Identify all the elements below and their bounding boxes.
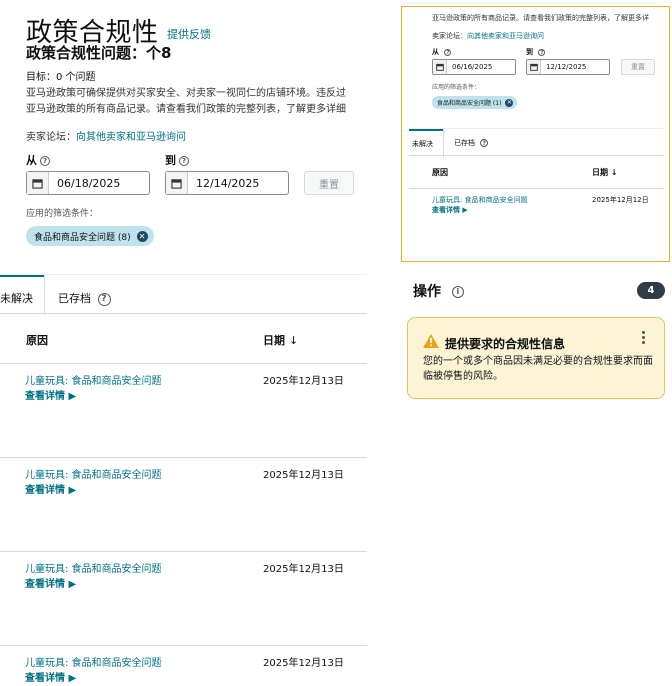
mini-col-reason: 原因	[432, 168, 448, 177]
row-date: 2025年12月13日	[263, 564, 344, 575]
policy-line-1: 亚马逊政策可确保提供对买家安全、对卖家一视同仁的店铺环境。违反过	[26, 88, 346, 99]
actions-count-badge: 4	[637, 282, 665, 299]
mini-to-label: 到 ?	[526, 47, 546, 57]
info-icon[interactable]: ?	[179, 156, 189, 166]
view-details-link[interactable]: 查看详情 ▶	[25, 481, 76, 496]
col-reason-header: 原因	[26, 334, 48, 347]
calendar-icon[interactable]	[527, 60, 541, 74]
issue-count-heading: 政策合规性问题：个8	[26, 44, 172, 62]
info-icon[interactable]: i	[451, 286, 464, 298]
mini-row-date: 2025年12月12日	[592, 196, 649, 204]
table-row: 儿童玩具: 食品和商品安全问题 查看详情 ▶ 2025年12月13日	[0, 458, 367, 552]
row-date: 2025年12月13日	[263, 376, 344, 387]
calendar-icon[interactable]	[27, 172, 49, 194]
mini-forum-link[interactable]: 向其他卖家和亚马逊询问	[467, 32, 544, 40]
info-icon[interactable]: ?	[40, 156, 50, 166]
table-row: 儿童玩具: 食品和商品安全问题 查看详情 ▶ 2025年12月13日	[0, 364, 367, 458]
remove-filter-icon[interactable]: ✕	[136, 230, 148, 242]
sort-down-icon[interactable]: ↓	[289, 334, 298, 347]
reason-link[interactable]: 儿童玩具: 食品和商品安全问题	[25, 466, 162, 481]
mini-to-date-value: 12/12/2025	[546, 63, 587, 71]
divider	[409, 188, 664, 189]
alert-body: 您的一个或多个商品因未满足必要的合规性要求而面临被停售的风险。	[423, 356, 653, 382]
mini-col-date[interactable]: 日期 ↓	[592, 167, 618, 178]
mini-reason-link[interactable]: 儿童玩具: 食品和商品安全问题	[432, 195, 528, 205]
to-date-field[interactable]: 12/14/2025	[165, 171, 289, 195]
compliance-alert-card[interactable]: 提供要求的合规性信息 您的一个或多个商品因未满足必要的合规性要求而面临被停售的风…	[407, 317, 665, 399]
goal-text: 目标：0 个问题	[26, 72, 96, 83]
mini-policy-text: 亚马逊政策的所有商品记录。请查看我们政策的完整列表，了解更多详	[432, 14, 649, 22]
col-date-header[interactable]: 日期 ↓	[263, 332, 298, 348]
mini-filter-chip[interactable]: 食品和商品安全问题 (1) ✕	[432, 96, 518, 109]
filter-chip[interactable]: 食品和商品安全问题 (8) ✕	[26, 226, 154, 246]
mini-from-label: 从 ?	[432, 47, 452, 57]
row-date: 2025年12月13日	[263, 658, 344, 669]
row-date: 2025年12月13日	[263, 470, 344, 481]
help-icon[interactable]: ?	[480, 139, 489, 147]
active-tab-indicator	[0, 275, 44, 277]
view-details-link[interactable]: 查看详情 ▶	[25, 387, 76, 402]
calendar-icon[interactable]	[433, 60, 447, 74]
mini-applied-label: 应用的筛选条件：	[432, 84, 481, 91]
mini-view-details-link[interactable]: 查看详情 ▶	[432, 205, 468, 215]
preview-panel: 亚马逊政策的所有商品记录。请查看我们政策的完整列表，了解更多详 卖家论坛：向其他…	[401, 6, 670, 262]
forum-label: 卖家论坛：	[26, 132, 76, 143]
policy-description: 亚马逊政策可确保提供对买家安全、对卖家一视同仁的店铺环境。违反过 亚马逊政策的所…	[26, 86, 368, 118]
remove-filter-icon[interactable]: ✕	[505, 98, 514, 107]
view-details-link[interactable]: 查看详情 ▶	[25, 575, 76, 590]
from-date-field[interactable]: 06/18/2025	[26, 171, 150, 195]
to-date-value: 12/14/2025	[196, 176, 260, 190]
mini-tab-bar: 未解决 已存档 ?	[409, 128, 664, 157]
from-label: 从?	[26, 152, 50, 168]
tab-bar: 未解决 已存档 ?	[0, 274, 367, 315]
reset-button[interactable]: 重置	[304, 171, 354, 195]
mini-to-date-field[interactable]: 12/12/2025	[526, 59, 610, 75]
warning-icon	[423, 334, 439, 348]
policy-line-2: 亚马逊政策的所有商品记录。请查看我们政策的完整列表，了解更多详细	[26, 104, 346, 115]
feedback-link[interactable]: 提供反馈	[167, 26, 211, 42]
mini-forum: 卖家论坛：向其他卖家和亚马逊询问	[432, 32, 544, 40]
alert-title: 提供要求的合规性信息	[445, 337, 566, 351]
view-details-link[interactable]: 查看详情 ▶	[25, 669, 76, 684]
more-options-icon[interactable]	[642, 331, 646, 346]
calendar-icon[interactable]	[166, 172, 188, 194]
mini-from-date-field[interactable]: 06/16/2025	[432, 59, 516, 75]
table-row: 儿童玩具: 食品和商品安全问题 查看详情 ▶ 2025年12月13日	[0, 552, 367, 646]
reason-link[interactable]: 儿童玩具: 食品和商品安全问题	[25, 372, 162, 387]
applied-filters-label: 应用的筛选条件：	[26, 209, 99, 219]
reason-link[interactable]: 儿童玩具: 食品和商品安全问题	[25, 560, 162, 575]
info-icon[interactable]: ?	[444, 48, 452, 56]
mini-tab-archived[interactable]: 已存档 ?	[454, 138, 489, 148]
help-icon[interactable]: ?	[97, 292, 111, 306]
forum-link[interactable]: 向其他卖家和亚马逊询问	[76, 132, 186, 143]
table-row: 儿童玩具: 食品和商品安全问题 查看详情 ▶ 2025年12月13日	[0, 646, 367, 686]
info-icon[interactable]: ?	[538, 48, 546, 56]
tab-archived[interactable]: 已存档 ?	[58, 290, 111, 306]
seller-forum: 卖家论坛：向其他卖家和亚马逊询问	[26, 128, 186, 143]
actions-heading: 操作 i	[413, 281, 464, 301]
reason-link[interactable]: 儿童玩具: 食品和商品安全问题	[25, 654, 162, 669]
tab-unresolved[interactable]: 未解决	[0, 290, 33, 306]
mini-from-date-value: 06/16/2025	[452, 63, 493, 71]
to-label: 到?	[165, 152, 189, 168]
filter-chip-label: 食品和商品安全问题 (8)	[34, 232, 131, 243]
mini-reset-button[interactable]: 重置	[621, 59, 655, 75]
mini-tab-unresolved[interactable]: 未解决	[412, 139, 433, 149]
from-date-value: 06/18/2025	[57, 176, 121, 190]
